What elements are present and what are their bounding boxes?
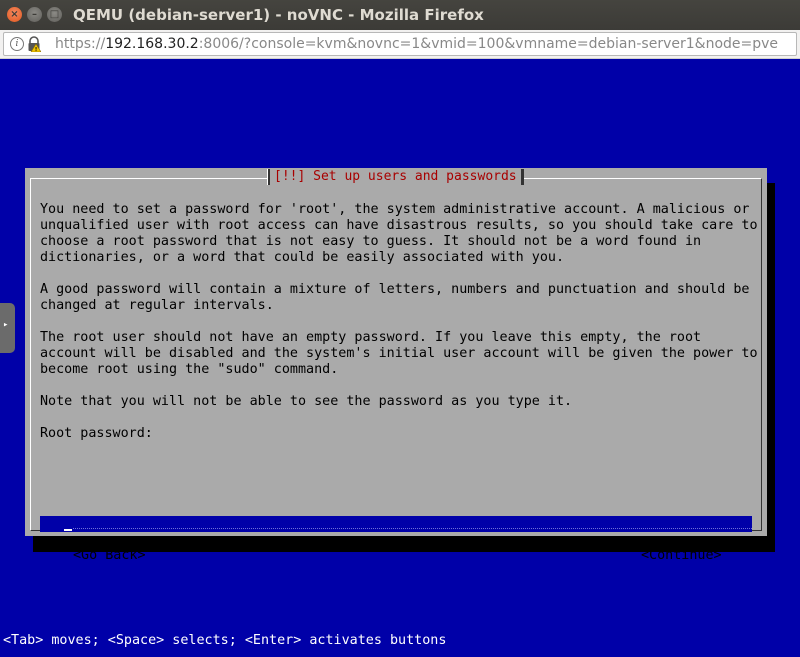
dialog-paragraph-4: Note that you will not be able to see th… bbox=[40, 394, 573, 409]
window-close-button[interactable]: × bbox=[7, 7, 22, 22]
dialog-paragraph-3: The root user should not have an empty p… bbox=[40, 330, 758, 377]
text-cursor bbox=[64, 529, 72, 531]
window-titlebar: × – □ QEMU (debian-server1) - noVNC - Mo… bbox=[0, 0, 800, 30]
dialog-paragraph-2: A good password will contain a mixture o… bbox=[40, 282, 750, 313]
root-password-label: Root password: bbox=[40, 426, 153, 441]
info-icon[interactable]: i bbox=[10, 37, 24, 51]
window-maximize-button[interactable]: □ bbox=[47, 7, 62, 22]
window-title: QEMU (debian-server1) - noVNC - Mozilla … bbox=[73, 6, 484, 24]
warning-lock-icon[interactable] bbox=[27, 36, 41, 52]
url-scheme: https:// bbox=[55, 36, 106, 52]
window-minimize-button[interactable]: – bbox=[27, 7, 42, 22]
minimize-icon: – bbox=[32, 9, 37, 20]
root-password-input[interactable]: *** bbox=[40, 516, 752, 532]
address-bar: i https://192.168.30.2:8006/?console=kvm… bbox=[0, 30, 800, 59]
url-rest: :8006/?console=kvm&novnc=1&vmid=100&vmna… bbox=[198, 36, 779, 52]
maximize-icon: □ bbox=[49, 9, 60, 20]
close-icon: × bbox=[10, 9, 19, 20]
vnc-console[interactable]: ▸ [!!] Set up users and passwords You ne… bbox=[0, 59, 800, 657]
dialog-paragraph-1: You need to set a password for 'root', t… bbox=[40, 202, 758, 265]
url-text: https://192.168.30.2:8006/?console=kvm&n… bbox=[55, 33, 778, 55]
chevron-right-icon: ▸ bbox=[3, 320, 9, 330]
continue-button[interactable]: <Continue> bbox=[641, 548, 722, 564]
dialog-title: [!!] Set up users and passwords bbox=[267, 169, 524, 185]
keyboard-hint: <Tab> moves; <Space> selects; <Enter> ac… bbox=[3, 633, 447, 648]
novnc-sidebar-handle[interactable]: ▸ bbox=[0, 303, 15, 353]
field-underline bbox=[73, 528, 752, 529]
go-back-button[interactable]: <Go Back> bbox=[73, 548, 146, 564]
url-host: 192.168.30.2 bbox=[105, 36, 199, 52]
url-input[interactable]: i https://192.168.30.2:8006/?console=kvm… bbox=[3, 32, 797, 56]
installer-dialog: [!!] Set up users and passwords You need… bbox=[25, 168, 767, 563]
